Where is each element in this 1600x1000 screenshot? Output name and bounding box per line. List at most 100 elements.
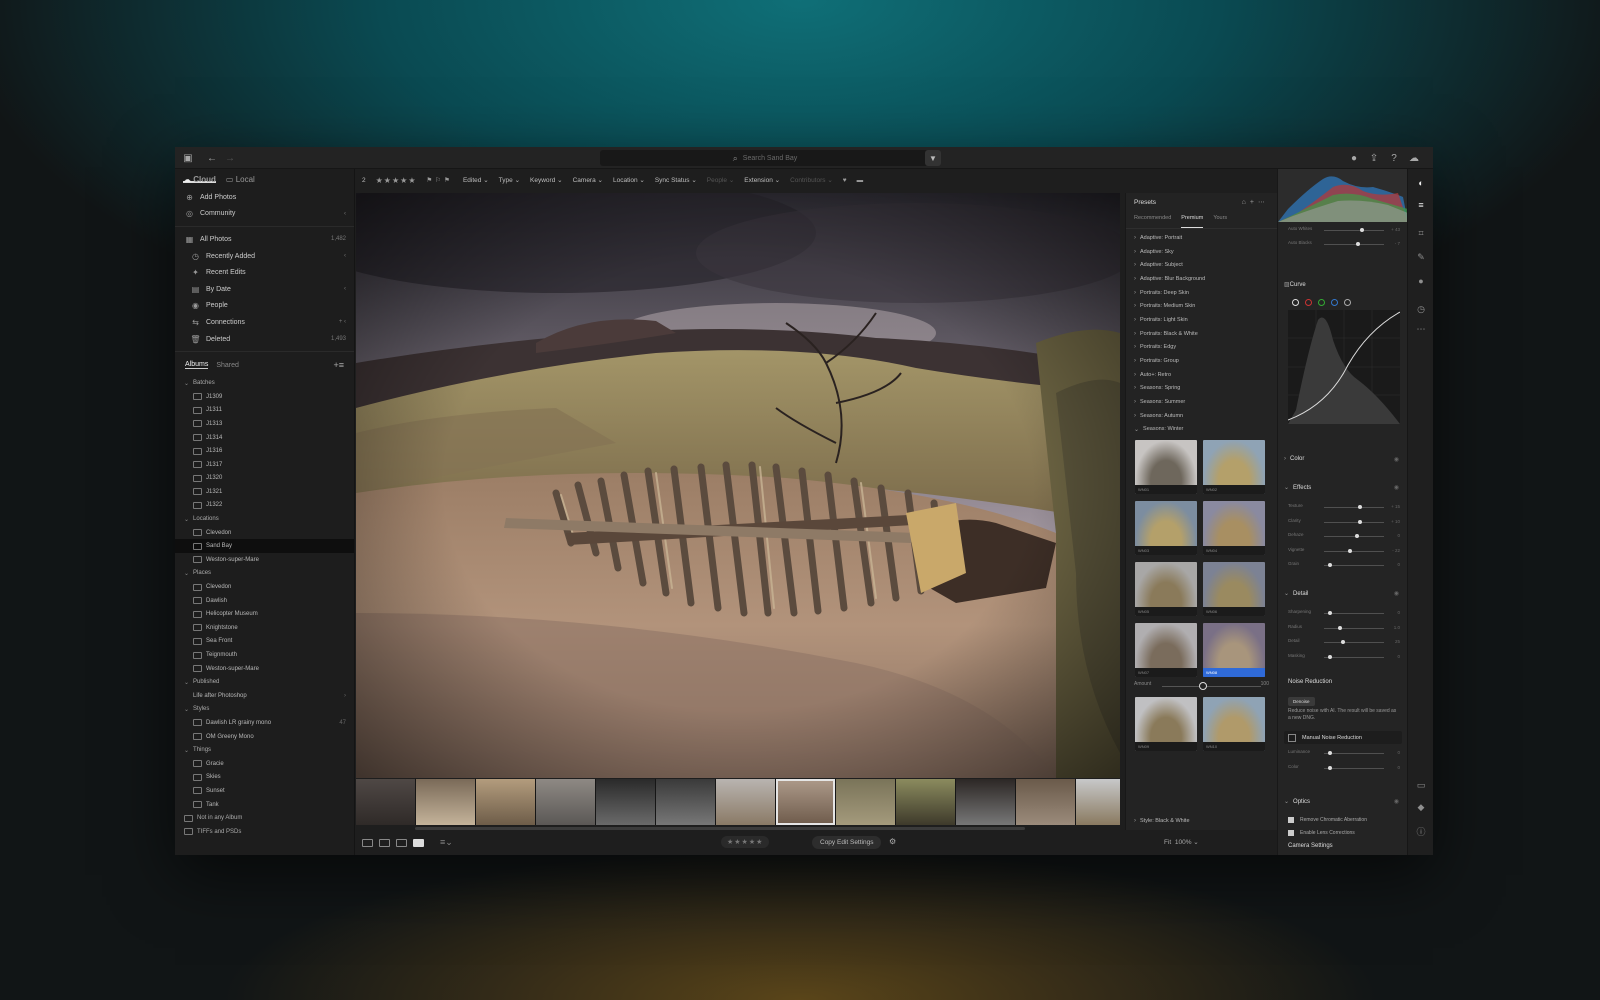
sidebar-toggle-icon[interactable]: ▣ [181, 151, 195, 165]
adjust-slider[interactable]: Detail 25 [1288, 638, 1400, 646]
channel-rgb-icon[interactable] [1292, 299, 1299, 306]
tab-premium[interactable]: Premium [1181, 215, 1204, 228]
preset-group[interactable]: › Portraits: Group [1126, 354, 1277, 368]
album-item[interactable]: Dawlish LR grainy mono 47 [175, 716, 354, 730]
album-item[interactable]: J1321 [175, 485, 354, 499]
edit-sliders-icon[interactable]: ≡ [1415, 199, 1427, 211]
adjust-slider[interactable]: Auto Blacks - 7 [1288, 240, 1400, 248]
album-item[interactable]: Tank [175, 798, 354, 812]
settings-gear-icon[interactable]: ⚙ [889, 837, 896, 846]
album-item[interactable]: Weston-super-Mare [175, 553, 354, 567]
share-icon[interactable]: ⇪ [1367, 151, 1381, 165]
preset-group[interactable]: › Seasons: Spring [1126, 382, 1277, 396]
masking-icon[interactable]: ● [1415, 275, 1427, 287]
slider-knob[interactable] [1328, 751, 1332, 755]
visibility-eye-icon[interactable]: ◉ [1394, 798, 1399, 805]
slider-knob[interactable] [1328, 654, 1332, 659]
camera-settings-row[interactable]: Camera Settings [1288, 843, 1333, 849]
preset-thumbnail[interactable]: WN10 [1203, 697, 1265, 752]
optics-checkbox[interactable]: Remove Chromatic Aberration [1288, 817, 1367, 823]
album-item[interactable]: Clevedon [175, 526, 354, 540]
album-group[interactable]: ⌄ Places [175, 567, 354, 581]
filter-camera[interactable]: Camera ⌄ [573, 176, 603, 184]
preset-group[interactable]: › Portraits: Black & White [1126, 327, 1277, 341]
effects-section[interactable]: ⌄ Effects [1284, 484, 1311, 492]
filter-type[interactable]: Type ⌄ [499, 176, 520, 184]
slider-knob[interactable] [1356, 242, 1360, 246]
album-item[interactable]: Knightstone [175, 621, 354, 635]
preset-group[interactable]: › Portraits: Medium Skin [1126, 299, 1277, 313]
preset-group[interactable]: › Seasons: Autumn [1126, 409, 1277, 423]
filter-sync-status[interactable]: Sync Status ⌄ [655, 176, 697, 184]
preset-group[interactable]: › Seasons: Summer [1126, 395, 1277, 409]
color-section[interactable]: › Color [1284, 456, 1304, 462]
tab-shared[interactable]: Shared [216, 362, 239, 369]
presets-actions-icon[interactable]: ⌂+⋯ [1242, 198, 1269, 206]
preset-group[interactable]: › Adaptive: Blur Background [1126, 272, 1277, 286]
filter-button[interactable]: ▼ [925, 150, 941, 166]
tab-yours[interactable]: Yours [1213, 215, 1227, 228]
square-grid-icon[interactable] [379, 838, 390, 847]
preset-group-bw[interactable]: › Style: Black & White [1126, 814, 1190, 828]
visibility-eye-icon[interactable]: ◉ [1394, 456, 1399, 463]
adjust-slider[interactable]: Luminance 0 [1288, 749, 1400, 757]
sidebar-item-recently-added[interactable]: ◷ Recently Added ‹ [175, 248, 354, 265]
main-photo[interactable] [356, 193, 1120, 778]
filmstrip-thumbnail[interactable] [1016, 779, 1075, 825]
more-icon[interactable]: ⋯ [1415, 323, 1427, 335]
filmstrip-thumbnail[interactable] [896, 779, 955, 825]
album-item[interactable]: J1311 [175, 404, 354, 418]
filter-contributors[interactable]: Contributors ⌄ [790, 176, 833, 184]
album-item[interactable]: Life after Photoshop › [175, 689, 354, 703]
crop-icon[interactable]: ⌗ [1415, 227, 1427, 239]
adjust-slider[interactable]: Color 0 [1288, 764, 1400, 772]
album-item[interactable]: TIFFs and PSDs [175, 825, 354, 839]
slider-knob[interactable] [1360, 228, 1364, 232]
info-icon[interactable]: ⓘ [1415, 825, 1427, 837]
filmstrip-thumbnail[interactable] [956, 779, 1015, 825]
slider-knob[interactable] [1328, 765, 1332, 770]
sidebar-item-all-photos[interactable]: ▦ All Photos 1,482 [175, 231, 354, 248]
copy-edit-settings-button[interactable]: Copy Edit Settings [812, 836, 882, 849]
flag-filter-icons[interactable]: ⚑⚐⚑ [426, 176, 452, 184]
adjust-slider[interactable]: Grain 0 [1288, 561, 1400, 569]
slider-knob[interactable] [1328, 563, 1332, 567]
slider-knob[interactable] [1358, 519, 1362, 524]
album-group[interactable]: ⌄ Published [175, 675, 354, 689]
sidebar-item-by-date[interactable]: ▤ By Date ‹ [175, 281, 354, 298]
tab-recommended[interactable]: Recommended [1134, 215, 1171, 228]
adjust-slider[interactable]: Sharpening 0 [1288, 609, 1400, 617]
filmstrip-thumbnail[interactable] [1076, 779, 1120, 825]
checkbox-icon[interactable] [1288, 830, 1294, 836]
preset-group[interactable]: › Adaptive: Sky [1126, 245, 1277, 259]
cloud-sync-icon[interactable]: ☁ [1407, 151, 1421, 165]
channel-parametric-icon[interactable] [1344, 299, 1351, 306]
album-item[interactable]: Sea Front [175, 635, 354, 649]
amount-knob[interactable] [1199, 682, 1207, 691]
album-item[interactable]: OM Greeny Mono [175, 730, 354, 744]
album-item[interactable]: J1316 [175, 444, 354, 458]
filmstrip-thumbnail[interactable] [776, 779, 835, 825]
denoise-button[interactable]: Denoise [1288, 697, 1315, 706]
channel-blue-icon[interactable] [1331, 299, 1338, 306]
visibility-eye-icon[interactable]: ◉ [1394, 590, 1399, 597]
adjust-slider[interactable]: Masking 0 [1288, 653, 1400, 661]
album-item[interactable]: J1314 [175, 431, 354, 445]
filmstrip-thumbnail[interactable] [716, 779, 775, 825]
album-group[interactable]: ⌄ Locations [175, 512, 354, 526]
forward-arrow-icon[interactable]: → [223, 151, 237, 165]
tab-cloud[interactable]: ☁ Cloud [183, 175, 216, 184]
slider-knob[interactable] [1355, 534, 1359, 538]
filmstrip-thumbnail[interactable] [536, 779, 595, 825]
tab-local[interactable]: ▭ Local [226, 175, 255, 184]
preset-thumbnail[interactable]: WN05 [1135, 562, 1197, 617]
filmstrip-thumbnail[interactable] [356, 779, 415, 825]
album-item[interactable]: Weston-super-Mare [175, 662, 354, 676]
preset-group[interactable]: › Portraits: Edgy [1126, 341, 1277, 355]
zoom-control[interactable]: Fit 100% ⌄ [1164, 838, 1199, 846]
preset-thumbnail[interactable]: WN09 [1135, 697, 1197, 752]
album-item[interactable]: J1317 [175, 458, 354, 472]
compare-view-icon[interactable] [396, 838, 407, 847]
preset-thumbnail[interactable]: WN06 [1203, 562, 1265, 617]
tone-curve-editor[interactable] [1287, 310, 1401, 424]
